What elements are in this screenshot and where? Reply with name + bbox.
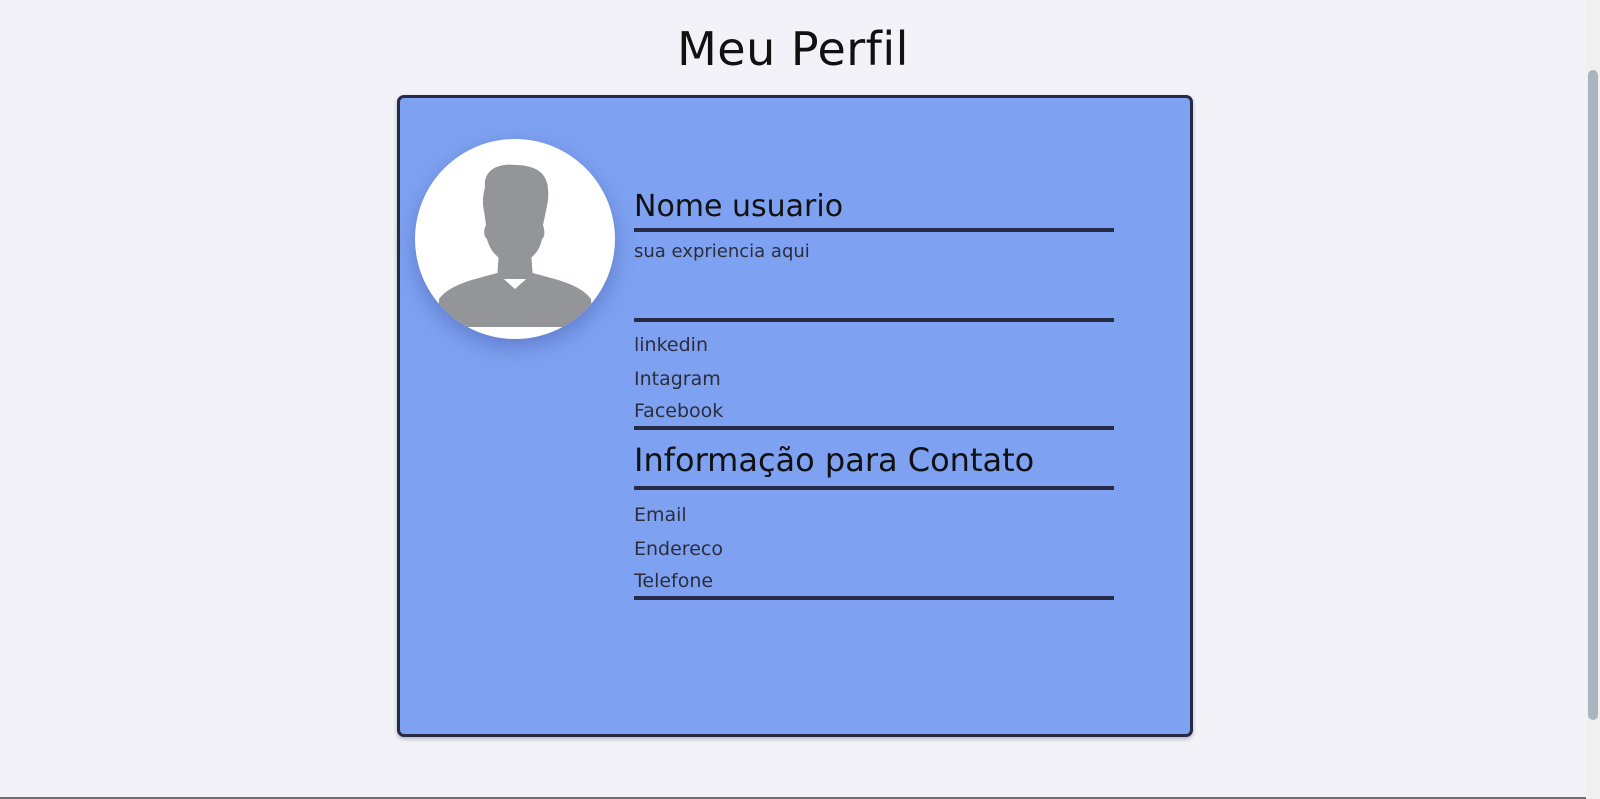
avatar [415, 139, 615, 339]
experience-text: sua expriencia aqui [634, 241, 810, 262]
divider [634, 426, 1114, 430]
contact-section-title: Informação para Contato [634, 441, 1035, 479]
profile-page: Meu Perfil Nome usuario sua expriencia a… [0, 0, 1600, 799]
social-link-linkedin[interactable]: linkedin [634, 328, 1114, 362]
social-links: linkedin Intagram Facebook [634, 322, 1114, 426]
vertical-scrollbar[interactable] [1586, 0, 1600, 799]
user-silhouette-icon [437, 164, 593, 327]
profile-details: Nome usuario sua expriencia aqui linkedi… [634, 180, 1114, 600]
contact-info-list: Email Endereco Telefone [634, 490, 1114, 596]
user-name: Nome usuario [634, 189, 844, 224]
contact-address[interactable]: Endereco [634, 532, 1114, 566]
scrollbar-thumb[interactable] [1588, 70, 1598, 720]
contact-email[interactable]: Email [634, 498, 1114, 532]
page-title: Meu Perfil [677, 22, 909, 76]
divider [634, 228, 1114, 232]
social-link-instagram[interactable]: Intagram [634, 362, 1114, 396]
divider [634, 596, 1114, 600]
social-link-facebook[interactable]: Facebook [634, 396, 1114, 426]
contact-phone[interactable]: Telefone [634, 566, 1114, 596]
